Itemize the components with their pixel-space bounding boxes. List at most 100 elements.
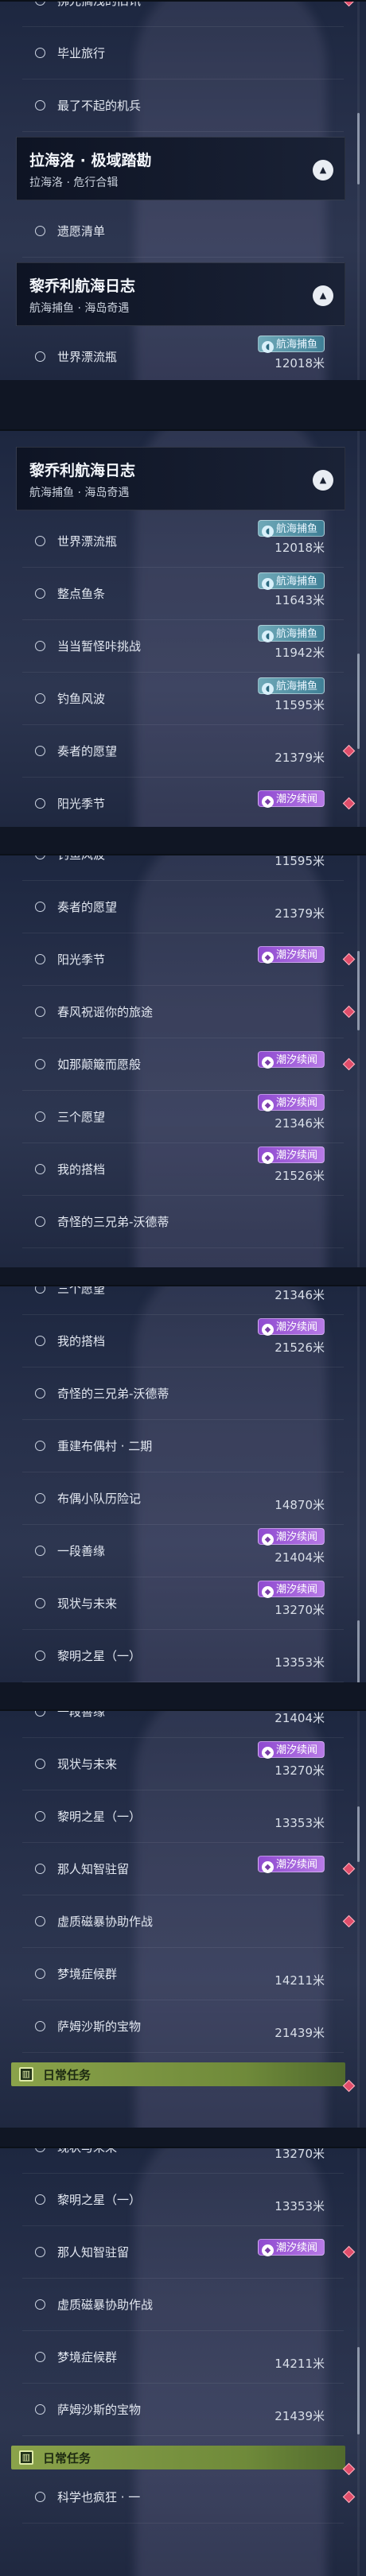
quest-row[interactable]: 布偶小队历险记 14870米	[0, 1472, 366, 1525]
quest-radio-icon[interactable]	[35, 1598, 45, 1608]
quest-row[interactable]: 梦境症候群 14211米	[0, 1948, 366, 2000]
quest-radio-icon[interactable]	[35, 1546, 45, 1556]
quest-radio-icon[interactable]	[35, 2194, 45, 2205]
quest-radio-icon[interactable]	[35, 1286, 45, 1294]
quest-radio-icon[interactable]	[35, 1059, 45, 1069]
quest-row[interactable]: 黎明之星（一） 13353米	[0, 1790, 366, 1843]
quest-radio-icon[interactable]	[35, 1811, 45, 1821]
quest-row[interactable]: 三个愿望21346米◆潮汐续闻	[0, 1091, 366, 1143]
quest-radio-icon[interactable]	[35, 1759, 45, 1769]
quest-radio-icon[interactable]	[35, 1969, 45, 1979]
quest-row[interactable]: 现状与未来13270米◆潮汐续闻	[0, 1577, 366, 1630]
quest-row[interactable]: 一段善缘21404米◆潮汐续闻	[0, 1711, 366, 1738]
quest-radio-icon[interactable]	[35, 693, 45, 704]
quest-row[interactable]: 奇怪的三兄弟-沃德蒂	[0, 1368, 366, 1420]
quest-radio-icon[interactable]	[35, 1493, 45, 1503]
quest-radio-icon[interactable]	[35, 536, 45, 546]
quest-row[interactable]: 现状与未来13270米◆潮汐续闻	[0, 1738, 366, 1790]
quest-row[interactable]: 萨姆沙斯的宝物 21439米	[0, 2000, 366, 2053]
quest-row[interactable]: 虚质磁暴协助作战	[0, 1895, 366, 1948]
quest-row[interactable]: 拂光搁浅的旧讯	[0, 2, 366, 27]
quest-radio-icon[interactable]	[35, 902, 45, 912]
quest-radio-icon[interactable]	[35, 2352, 45, 2362]
quest-radio-icon[interactable]	[35, 1007, 45, 1017]
quest-row[interactable]: 如那颠簸而愿般 ◆ 潮汐续闻	[0, 1038, 366, 1091]
collapse-chevron-icon[interactable]: ▲	[313, 470, 333, 491]
quest-distance: 21404米	[274, 1550, 325, 1565]
quest-row[interactable]: 阳光季节 ◆ 潮汐续闻	[0, 933, 366, 986]
quest-radio-icon[interactable]	[35, 798, 45, 809]
quest-radio-icon[interactable]	[35, 1711, 45, 1717]
quest-radio-icon[interactable]	[35, 351, 45, 362]
quest-row[interactable]: 黎明之星（一） 13353米	[0, 2174, 366, 2226]
quest-radio-icon[interactable]	[35, 2492, 45, 2502]
quest-radio-icon[interactable]	[35, 1651, 45, 1661]
scrollbar-thumb[interactable]	[357, 113, 360, 184]
quest-radio-icon[interactable]	[35, 2299, 45, 2310]
quest-row[interactable]: 奏者的愿望 21379米	[0, 881, 366, 933]
quest-row[interactable]: 奏者的愿望 21379米	[0, 725, 366, 778]
quest-radio-icon[interactable]	[35, 1916, 45, 1926]
quest-row[interactable]: 萨姆沙斯的宝物 21439米	[0, 2384, 366, 2436]
scrollbar-thumb[interactable]	[357, 2347, 360, 2434]
quest-radio-icon[interactable]	[35, 1336, 45, 1346]
quest-radio-icon[interactable]	[35, 746, 45, 756]
quest-row[interactable]: 遗愿清单	[0, 205, 366, 258]
quest-radio-icon[interactable]	[35, 226, 45, 236]
quest-group-header[interactable]: 黎乔利航海日志 航海捕鱼 · 海岛奇遇 ▲	[16, 447, 345, 510]
quest-row[interactable]: 我的搭档 21526米 ◆ 潮汐续闻	[0, 1143, 366, 1196]
quest-row[interactable]: 重建布偶村 · 二期	[0, 1420, 366, 1472]
quest-radio-icon[interactable]	[35, 2021, 45, 2031]
fishing-badge: ◖ 航海捕鱼	[257, 336, 325, 353]
quest-row[interactable]: 世界漂流瓶12018米◖航海捕鱼	[0, 515, 366, 568]
quest-radio-icon[interactable]	[35, 1111, 45, 1122]
quest-radio-icon[interactable]	[35, 1388, 45, 1399]
quest-radio-icon[interactable]	[35, 1441, 45, 1451]
quest-row[interactable]: 那人知智驻留 ◆ 潮汐续闻	[0, 2226, 366, 2279]
quest-row[interactable]: 最了不起的机兵	[0, 80, 366, 132]
quest-radio-icon[interactable]	[35, 100, 45, 111]
quest-row[interactable]: 奇怪的三兄弟-沃德蒂	[0, 1196, 366, 1248]
quest-row[interactable]: 钓鱼风波 11595米 ◖ 航海捕鱼	[0, 673, 366, 725]
quest-row[interactable]: 春风祝谣你的旅途	[0, 986, 366, 1038]
quest-row[interactable]: 世界漂流瓶12018米◖航海捕鱼	[0, 331, 366, 380]
quest-radio-icon[interactable]	[35, 855, 45, 859]
quest-row[interactable]: 三个愿望21346米◆潮汐续闻	[0, 1286, 366, 1315]
quest-radio-icon[interactable]	[35, 2404, 45, 2415]
quest-group-header[interactable]: 黎乔利航海日志 航海捕鱼 · 海岛奇遇 ▲	[16, 262, 345, 326]
quest-radio-icon[interactable]	[35, 2247, 45, 2257]
quest-radio-icon[interactable]	[35, 641, 45, 651]
quest-row[interactable]: 虚质磁暴协助作战	[0, 2279, 366, 2331]
collapse-chevron-icon[interactable]: ▲	[313, 160, 333, 180]
quest-row[interactable]: 当当暂怪咔挑战 11942米 ◖ 航海捕鱼	[0, 620, 366, 673]
quest-radio-icon[interactable]	[35, 2, 45, 6]
quest-radio-icon[interactable]	[35, 588, 45, 599]
quest-row[interactable]: 阳光季节 ◆ 潮汐续闻	[0, 778, 366, 827]
quest-row[interactable]: 钓鱼风波 11595米	[0, 855, 366, 881]
scrollbar-thumb[interactable]	[357, 1806, 360, 1862]
quest-radio-icon[interactable]	[35, 1216, 45, 1227]
quest-row[interactable]: 整点鱼条 11643米 ◖ 航海捕鱼	[0, 568, 366, 620]
quest-radio-icon[interactable]	[35, 1164, 45, 1174]
quest-radio-icon[interactable]	[35, 954, 45, 964]
scrollbar-thumb[interactable]	[357, 951, 360, 1030]
quest-row[interactable]: 毕业旅行	[0, 27, 366, 80]
quest-row[interactable]: 一段善缘21404米◆潮汐续闻	[0, 1525, 366, 1577]
quest-row[interactable]: 科学也疯狂 · 一	[0, 2471, 366, 2524]
quest-group-header[interactable]: 拉海洛 · 极域踏勘 拉海洛 · 危行合辑 ▲	[16, 137, 345, 200]
scrollbar-thumb[interactable]	[357, 1620, 360, 1682]
quest-row[interactable]: 我的搭档 21526米 ◆ 潮汐续闻	[0, 1315, 366, 1368]
quest-title: 奇怪的三兄弟-沃德蒂	[57, 1215, 169, 1229]
quest-row[interactable]: 那人知智驻留 ◆ 潮汐续闻	[0, 1843, 366, 1895]
quest-row[interactable]: 现状与未来13270米◆潮汐续闻	[0, 2148, 366, 2174]
quest-radio-icon[interactable]	[35, 1864, 45, 1874]
daily-tasks-header[interactable]: ▥ 日常任务	[11, 2446, 345, 2469]
scrollbar-thumb[interactable]	[357, 654, 360, 749]
collapse-chevron-icon[interactable]: ▲	[313, 285, 333, 306]
quest-row[interactable]: 梦境症候群 14211米	[0, 2331, 366, 2384]
quest-row[interactable]: 黎明之星（一） 13353米	[0, 1630, 366, 1682]
quest-row[interactable]: 世界漂流瓶12018米◖航海捕鱼	[0, 377, 366, 380]
quest-radio-icon[interactable]	[35, 2148, 45, 2152]
quest-radio-icon[interactable]	[35, 48, 45, 58]
daily-tasks-header[interactable]: ▥ 日常任务	[11, 2062, 345, 2086]
